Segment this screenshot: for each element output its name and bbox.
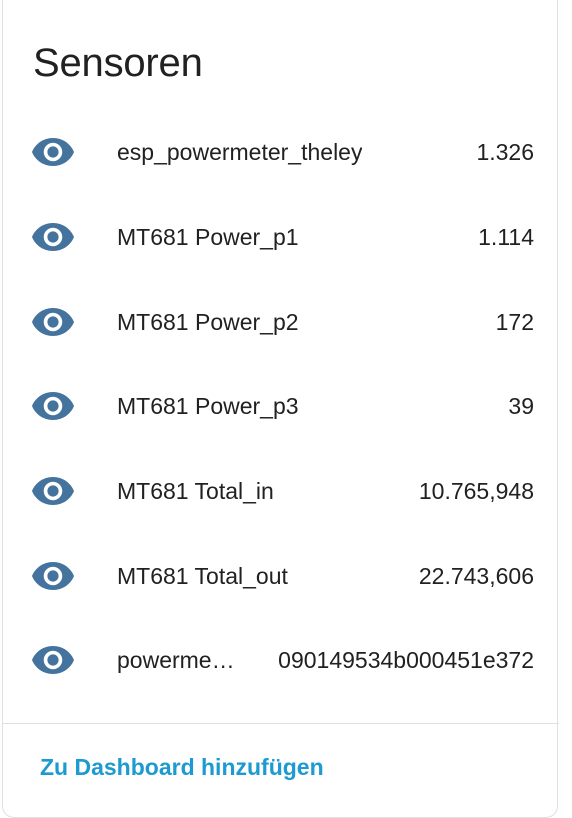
entity-name[interactable]: MT681 Power_p3 [117,392,299,420]
entity-row[interactable]: esp_powermeter_theley 1.326 [3,110,559,195]
add-to-dashboard-button[interactable]: Zu Dashboard hinzufügen [40,752,324,782]
eye-icon[interactable] [32,223,74,252]
entity-row[interactable]: MT681 Total_out 22.743,606 [3,533,559,618]
entity-state: 090149534b000451e372 [278,647,534,674]
entity-state: 172 [495,308,534,335]
entity-row[interactable]: MT681 Power_p3 39 [3,364,559,449]
entity-state: 1.326 [476,139,534,166]
sensor-card: Sensoren esp_powermeter_theley 1.326 MT6… [2,0,559,818]
entity-state: 1.114 [478,224,534,251]
eye-icon[interactable] [32,138,74,167]
entity-row[interactable]: MT681 Power_p2 172 [3,279,559,364]
entity-name[interactable]: MT681 Total_out [117,562,288,590]
eye-icon[interactable] [32,646,74,675]
entity-name[interactable]: powerme… [117,646,235,674]
entity-state: 10.765,948 [418,478,534,505]
eye-icon[interactable] [32,561,74,590]
entity-name[interactable]: esp_powermeter_theley [117,138,362,166]
eye-icon[interactable] [32,477,74,506]
entity-name[interactable]: MT681 Power_p2 [117,308,299,336]
eye-icon[interactable] [32,392,74,421]
entity-name[interactable]: MT681 Total_in [117,477,274,505]
entity-list: esp_powermeter_theley 1.326 MT681 Power_… [3,110,559,703]
entity-row[interactable]: MT681 Power_p1 1.114 [3,195,559,280]
entity-row[interactable]: powerme… 090149534b000451e372 [3,618,559,703]
card-title: Sensoren [33,41,203,85]
entity-name[interactable]: MT681 Power_p1 [117,223,299,251]
card-actions-divider [3,723,559,724]
entity-state: 39 [508,393,534,420]
entity-state: 22.743,606 [418,562,534,589]
eye-icon[interactable] [32,307,74,336]
entity-row[interactable]: MT681 Total_in 10.765,948 [3,449,559,534]
